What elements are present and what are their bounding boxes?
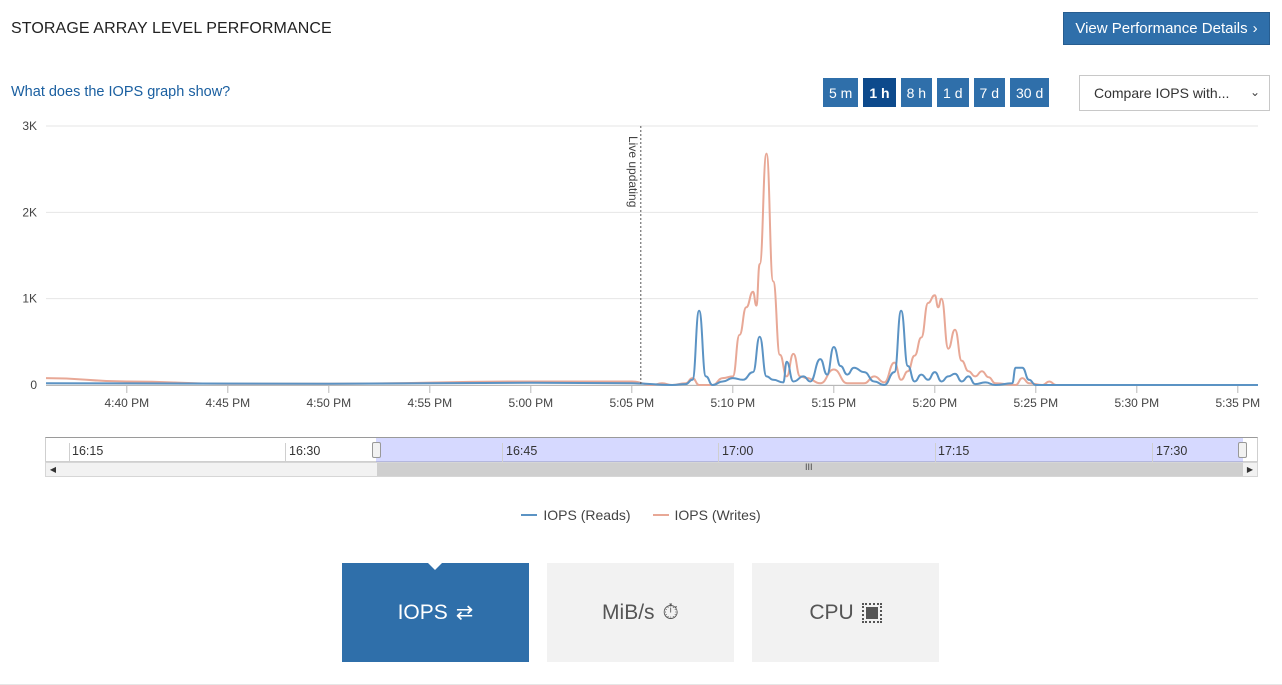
view-performance-details-button[interactable]: View Performance Details ›	[1063, 12, 1270, 45]
range-button-8h[interactable]: 8 h	[900, 78, 933, 107]
legend-swatch-reads	[521, 514, 538, 516]
navigator-label: 17:00	[722, 444, 754, 458]
navigator-track: 16:15 16:30 16:45 17:00 17:15 17:30	[45, 437, 1258, 463]
chevron-right-icon: ›	[1252, 20, 1258, 37]
chart-gridlines	[46, 125, 1258, 386]
compare-iops-dropdown[interactable]: Compare IOPS with... ⌄	[1079, 75, 1270, 111]
navigator-tick	[285, 443, 286, 463]
x-tick-label: 5:10 PM	[710, 396, 755, 410]
tab-iops-label: IOPS	[397, 600, 448, 624]
metric-tabs: IOPS ⇄ MiB/s ⏱ CPU	[342, 563, 939, 662]
tab-cpu[interactable]: CPU	[752, 563, 939, 662]
chart-legend: IOPS (Reads) IOPS (Writes)	[0, 507, 1282, 523]
x-tick-label: 4:55 PM	[407, 396, 452, 410]
stopwatch-icon: ⏱	[662, 600, 679, 624]
navigator-right-handle[interactable]	[1238, 442, 1247, 458]
navigator-left-handle[interactable]	[372, 442, 381, 458]
legend-item-writes[interactable]: IOPS (Writes)	[652, 507, 761, 523]
y-tick-label: 3K	[22, 119, 37, 133]
navigator-tick	[1152, 443, 1153, 463]
legend-label-reads: IOPS (Reads)	[543, 507, 631, 523]
cpu-chip-icon	[861, 602, 882, 623]
legend-label-writes: IOPS (Writes)	[674, 507, 761, 523]
grip-icon: III	[805, 462, 813, 472]
navigator-label: 16:45	[506, 444, 538, 458]
series-line-reads	[45, 309, 1258, 387]
x-tick-label: 5:00 PM	[508, 396, 553, 410]
navigator-label: 16:30	[289, 444, 321, 458]
x-tick-label: 4:50 PM	[306, 396, 351, 410]
time-navigator[interactable]: 16:15 16:30 16:45 17:00 17:15 17:30 ◀ II…	[45, 437, 1258, 479]
navigator-tick	[69, 443, 70, 463]
iops-help-link[interactable]: What does the IOPS graph show?	[11, 84, 230, 100]
x-tick-label: 5:05 PM	[609, 396, 654, 410]
navigator-label: 17:30	[1156, 444, 1188, 458]
navigator-tick	[935, 443, 936, 463]
iops-line-chart[interactable]: 0 1K 2K 3K 4:40 PM 4:45 PM 4:50 PM 4:55 PM 5:00…	[0, 112, 1282, 422]
y-tick-label: 0	[30, 378, 37, 392]
tab-iops[interactable]: IOPS ⇄	[342, 563, 529, 662]
compare-selected-value: Compare IOPS with...	[1094, 85, 1230, 101]
navigator-label: 17:15	[938, 444, 970, 458]
range-button-7d[interactable]: 7 d	[973, 78, 1005, 107]
navigator-tick	[718, 443, 719, 463]
navigator-label: 16:15	[72, 444, 104, 458]
page-title: STORAGE ARRAY LEVEL PERFORMANCE	[11, 20, 332, 37]
tab-mibs[interactable]: MiB/s ⏱	[547, 563, 734, 662]
x-tick-label: 5:30 PM	[1114, 396, 1159, 410]
y-axis: 0 1K 2K 3K	[22, 119, 37, 392]
time-range-selector: 5 m 1 h 8 h 1 d 7 d 30 d	[823, 78, 1050, 107]
x-tick-label: 5:20 PM	[912, 396, 957, 410]
live-updating-label: Live updating	[626, 136, 640, 207]
series-line-writes	[45, 152, 1258, 387]
range-button-30d[interactable]: 30 d	[1009, 78, 1050, 107]
chart-series	[45, 152, 1258, 387]
navigator-scrollbar[interactable]: ◀ III ▶	[45, 462, 1258, 477]
x-tick-label: 4:45 PM	[205, 396, 250, 410]
x-tick-label: 5:15 PM	[811, 396, 856, 410]
range-button-1d[interactable]: 1 d	[937, 78, 969, 107]
scrollbar-thumb[interactable]: III	[377, 462, 1243, 476]
scroll-left-arrow-icon[interactable]: ◀	[46, 463, 60, 476]
y-tick-label: 2K	[22, 205, 37, 219]
navigator-tick	[502, 443, 503, 463]
tab-cpu-label: CPU	[809, 600, 854, 624]
x-axis: 4:40 PM 4:45 PM 4:50 PM 4:55 PM 5:00 PM 5:05 …	[46, 385, 1260, 410]
details-button-label: View Performance Details	[1075, 20, 1248, 37]
range-button-5m[interactable]: 5 m	[823, 78, 859, 107]
legend-swatch-writes	[652, 514, 669, 516]
range-button-1h[interactable]: 1 h	[863, 78, 896, 107]
legend-item-reads[interactable]: IOPS (Reads)	[521, 507, 631, 523]
chevron-down-icon: ⌄	[1249, 85, 1260, 99]
exchange-arrows-icon: ⇄	[455, 601, 474, 624]
tab-mibs-label: MiB/s	[602, 600, 655, 624]
scroll-right-arrow-icon[interactable]: ▶	[1243, 463, 1257, 476]
x-tick-label: 5:25 PM	[1013, 396, 1058, 410]
live-updating-annotation: Live updating	[626, 126, 642, 385]
x-tick-label: 4:40 PM	[104, 396, 149, 410]
y-tick-label: 1K	[22, 292, 37, 306]
x-tick-label: 5:35 PM	[1215, 396, 1260, 410]
